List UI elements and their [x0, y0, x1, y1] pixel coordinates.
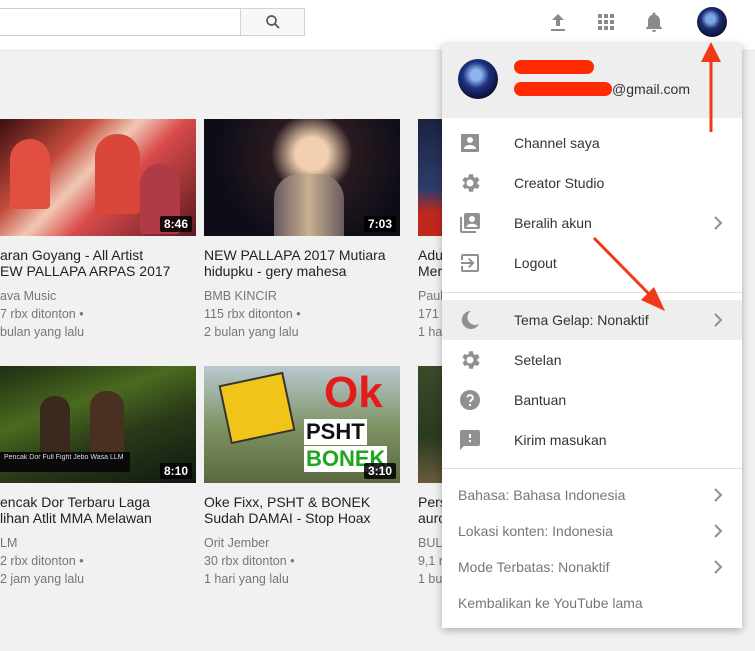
video-channel[interactable]: ava Music	[0, 289, 196, 303]
video-age: 2 jam yang lalu	[0, 572, 85, 586]
video-age: bulan yang lalu	[0, 325, 85, 339]
video-title[interactable]: NEW PALLAPA 2017 Mutiara hidupku - gery …	[204, 247, 400, 279]
menu-divider	[442, 468, 742, 469]
video-duration: 8:46	[159, 216, 192, 232]
video-thumbnail[interactable]: 8:46	[0, 119, 196, 236]
chevron-right-icon	[714, 524, 723, 538]
account-avatar	[458, 59, 498, 99]
account-header: @gmail.com	[442, 44, 742, 118]
video-views: 7 rbx ditonton •	[0, 307, 84, 321]
video-channel[interactable]: BMB KINCIR	[204, 289, 400, 303]
video-age: 1 hari yang lalu	[204, 572, 289, 586]
menu-item-label: Bantuan	[514, 392, 567, 408]
menu-item-label: Beralih akun	[514, 215, 592, 231]
menu-item-switch-account[interactable]: Beralih akun	[442, 203, 742, 243]
redacted-name	[514, 60, 594, 74]
chevron-right-icon	[714, 560, 723, 574]
video-title[interactable]: aran Goyang - All Artist EW PALLAPA ARPA…	[0, 247, 196, 279]
search-icon	[265, 15, 280, 29]
video-views: 30 rbx ditonton •	[204, 554, 295, 568]
menu-item-label: Creator Studio	[514, 175, 605, 191]
feedback-icon	[460, 430, 480, 450]
video-views: 2 rbx ditonton •	[0, 554, 84, 568]
search-input[interactable]	[0, 8, 240, 36]
gear-icon	[462, 351, 480, 369]
menu-item-language[interactable]: Bahasa: Bahasa Indonesia	[442, 477, 742, 513]
menu-item-label: Tema Gelap: Nonaktif	[514, 312, 649, 328]
menu-item-label: Kirim masukan	[514, 432, 607, 448]
menu-item-restore-old-youtube[interactable]: Kembalikan ke YouTube lama	[442, 585, 742, 621]
thumbnail-text: PSHT	[304, 419, 367, 445]
video-title[interactable]: encak Dor Terbaru Laga lihan Atlit MMA M…	[0, 494, 196, 526]
video-views: 115 rbx ditonton •	[204, 307, 301, 321]
menu-item-label: Channel saya	[514, 135, 600, 151]
menu-item-label: Lokasi konten: Indonesia	[458, 523, 613, 539]
video-title[interactable]: Oke Fixx, PSHT & BONEK Sudah DAMAI - Sto…	[204, 494, 400, 526]
chevron-right-icon	[714, 488, 723, 502]
video-duration: 7:03	[363, 216, 396, 232]
redacted-email	[514, 82, 612, 96]
menu-item-label: Logout	[514, 255, 557, 271]
menu-item-settings[interactable]: Setelan	[442, 340, 742, 380]
account-email-suffix: @gmail.com	[612, 81, 691, 97]
video-thumbnail[interactable]: Pencak Dor Full Fight Jebo Wasa LLM 8:10	[0, 366, 196, 483]
thumbnail-caption: Pencak Dor Full Fight Jebo Wasa LLM	[4, 454, 124, 461]
upload-icon[interactable]	[546, 10, 570, 34]
chevron-right-icon	[714, 216, 723, 230]
video-duration: 3:10	[363, 463, 396, 479]
menu-item-label: Mode Terbatas: Nonaktif	[458, 559, 610, 575]
menu-item-dark-theme[interactable]: Tema Gelap: Nonaktif	[442, 300, 742, 340]
bell-icon[interactable]	[642, 10, 666, 34]
logout-icon	[461, 254, 479, 272]
menu-item-help[interactable]: Bantuan	[442, 380, 742, 420]
menu-item-content-location[interactable]: Lokasi konten: Indonesia	[442, 513, 742, 549]
video-thumbnail[interactable]: 7:03	[204, 119, 400, 236]
switch-account-icon	[460, 213, 480, 233]
menu-divider	[442, 292, 742, 293]
search-button[interactable]	[240, 8, 305, 36]
menu-item-label: Setelan	[514, 352, 562, 368]
video-channel[interactable]: LM	[0, 536, 196, 550]
thumbnail-text: Ok	[324, 368, 383, 417]
video-duration: 8:10	[159, 463, 192, 479]
video-age: 2 bulan yang lalu	[204, 325, 299, 339]
account-menu: @gmail.com Channel saya Creator Studio B…	[442, 44, 742, 628]
menu-item-label: Bahasa: Bahasa Indonesia	[458, 487, 626, 503]
video-thumbnail[interactable]: Ok PSHT BONEK 3:10	[204, 366, 400, 483]
person-box-icon	[461, 134, 479, 152]
menu-item-feedback[interactable]: Kirim masukan	[442, 420, 742, 460]
menu-item-channel[interactable]: Channel saya	[442, 123, 742, 163]
avatar[interactable]	[697, 7, 727, 37]
gear-icon	[462, 174, 480, 192]
help-icon	[460, 390, 480, 410]
video-channel[interactable]: Orit Jember	[204, 536, 400, 550]
chevron-right-icon	[714, 313, 723, 327]
apps-icon[interactable]	[594, 10, 618, 34]
moon-icon	[461, 310, 479, 329]
menu-item-logout[interactable]: Logout	[442, 243, 742, 283]
menu-item-creator-studio[interactable]: Creator Studio	[442, 163, 742, 203]
menu-item-restricted-mode[interactable]: Mode Terbatas: Nonaktif	[442, 549, 742, 585]
menu-item-label: Kembalikan ke YouTube lama	[458, 595, 643, 611]
